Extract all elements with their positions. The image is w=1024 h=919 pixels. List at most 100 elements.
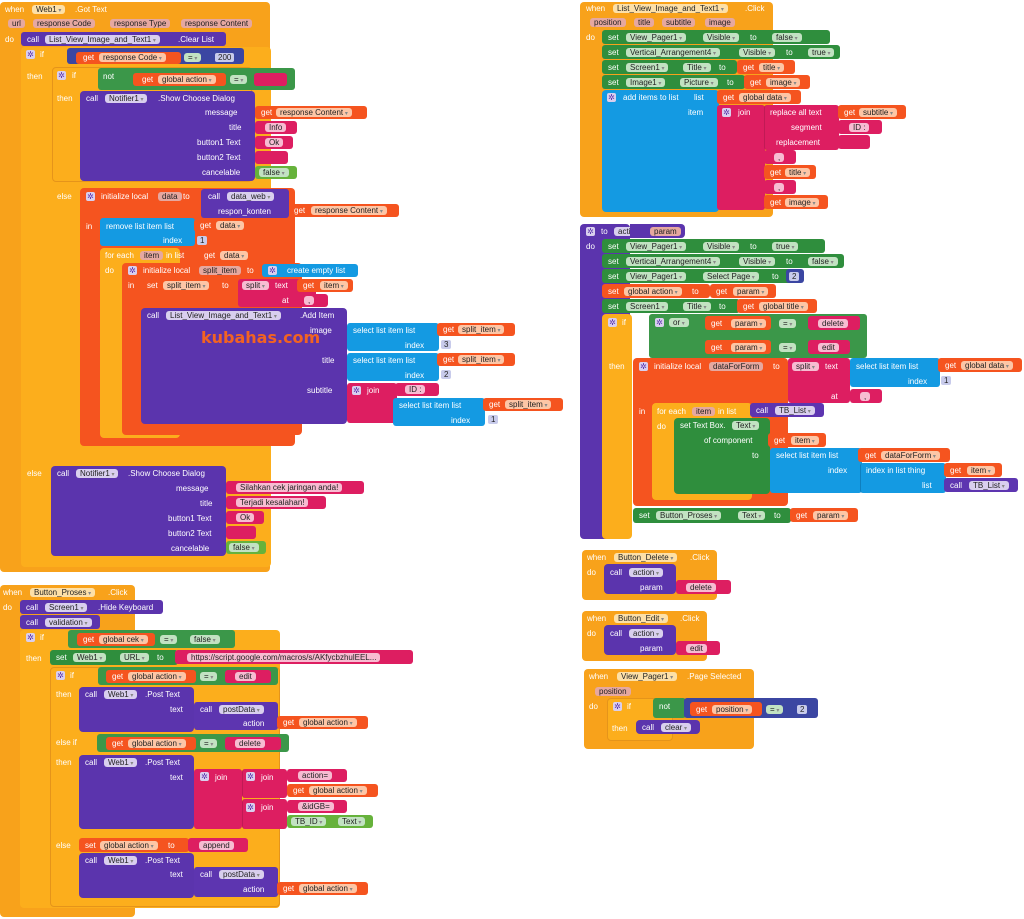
param-subtitle[interactable]: subtitle [662, 18, 696, 27]
param-position[interactable]: position [590, 18, 626, 27]
text-value[interactable]: delete [818, 319, 848, 328]
param-response-content[interactable]: response Content [181, 19, 253, 28]
gear-icon[interactable]: ✲ [607, 93, 616, 102]
var-dropdown[interactable]: global action [100, 841, 158, 850]
text-value[interactable]: append [199, 841, 234, 850]
var-dropdown[interactable]: position [712, 705, 753, 714]
prop-dropdown[interactable]: URL [120, 653, 149, 662]
prop-dropdown[interactable]: Visible [739, 257, 776, 266]
var-dropdown[interactable]: title [785, 168, 811, 177]
text-value[interactable]: edit [235, 672, 256, 681]
prop-dropdown[interactable]: Visible [703, 242, 740, 251]
text-value[interactable]: Info [265, 123, 287, 132]
prop-dropdown[interactable]: Text [732, 421, 760, 430]
empty-text-block[interactable] [255, 151, 288, 164]
join-block[interactable] [717, 105, 765, 210]
component-dropdown[interactable]: Web1 [104, 690, 138, 699]
proc-dropdown[interactable]: data_web [227, 192, 275, 201]
component-dropdown[interactable]: Web1 [104, 856, 138, 865]
bool-dropdown[interactable]: false [259, 168, 289, 177]
set-block[interactable] [602, 60, 737, 74]
bool-dropdown[interactable]: false [190, 635, 220, 644]
component-dropdown[interactable]: Screen1 [626, 302, 669, 311]
operator-dropdown[interactable]: = [230, 75, 248, 84]
operator-dropdown[interactable]: = [200, 672, 218, 681]
split-dropdown[interactable]: split [792, 362, 819, 371]
proc-dropdown[interactable]: clear [661, 723, 692, 732]
operator-dropdown[interactable]: = [200, 739, 218, 748]
var-dropdown[interactable]: data [216, 221, 245, 230]
gear-icon[interactable]: ✲ [200, 772, 209, 781]
show-choose-dialog-2[interactable] [51, 466, 226, 556]
param-name[interactable]: param [650, 227, 681, 236]
text-value[interactable]: , [774, 153, 785, 162]
loop-var[interactable]: item [692, 407, 716, 416]
prop-dropdown[interactable]: Picture [680, 78, 718, 87]
param-position[interactable]: position [595, 687, 631, 696]
param-url[interactable]: url [8, 19, 25, 28]
gear-icon[interactable]: ✲ [352, 386, 361, 395]
gear-icon[interactable]: ✲ [722, 108, 731, 117]
component-dropdown[interactable]: View_Pager1 [626, 272, 687, 281]
var-dropdown[interactable]: global cek [99, 635, 148, 644]
text-value[interactable]: , [304, 296, 315, 305]
number[interactable]: 1 [488, 415, 499, 424]
component-dropdown[interactable]: TB_ID [291, 817, 327, 826]
gear-icon[interactable]: ✲ [246, 772, 255, 781]
local-var-name[interactable]: data [158, 192, 182, 201]
gear-icon[interactable]: ✲ [26, 50, 35, 59]
component-dropdown[interactable]: Vertical_Arrangement4 [626, 48, 721, 57]
list-view-dropdown[interactable]: List_View_Image_and_Text1 [45, 35, 160, 44]
number[interactable]: 3 [441, 340, 452, 349]
component-dropdown[interactable]: Button_Delete [614, 553, 678, 562]
bool-dropdown[interactable]: true [772, 242, 799, 251]
screen-dropdown[interactable]: Screen1 [45, 603, 88, 612]
empty-text-block[interactable] [254, 73, 287, 86]
component-dropdown[interactable]: Button_Proses [30, 588, 96, 597]
prop-dropdown[interactable]: Select Page [703, 272, 759, 281]
param-image[interactable]: image [705, 18, 735, 27]
number[interactable]: 2 [789, 272, 800, 281]
prop-dropdown[interactable]: Visible [703, 33, 740, 42]
var-dropdown[interactable]: split_item [458, 325, 505, 334]
var-dropdown[interactable]: global action [299, 884, 357, 893]
text-value[interactable]: action= [298, 771, 333, 780]
var-dropdown[interactable]: image [785, 198, 820, 207]
var-dropdown[interactable]: item [967, 466, 995, 475]
text-value[interactable]: Ok [265, 138, 284, 147]
text-value[interactable]: ID : [405, 385, 426, 394]
text-value[interactable]: ID : [849, 123, 870, 132]
component-dropdown[interactable]: Web1 [73, 653, 107, 662]
var-dropdown[interactable]: param [731, 319, 767, 328]
operator-dropdown[interactable]: = [766, 705, 784, 714]
prop-dropdown[interactable]: Title [683, 63, 711, 72]
var-dropdown[interactable]: param [813, 511, 849, 520]
gear-icon[interactable]: ✲ [56, 671, 65, 680]
proc-dropdown[interactable]: action [629, 629, 664, 638]
list-view-dropdown[interactable]: List_View_Image_and_Text1 [166, 311, 281, 320]
operator-dropdown[interactable]: = [184, 53, 202, 62]
number[interactable]: 1 [197, 236, 208, 245]
notifier-dropdown[interactable]: Notifier1 [105, 94, 148, 103]
number[interactable]: 2 [797, 705, 808, 714]
var-dropdown[interactable]: global action [299, 718, 357, 727]
gear-icon[interactable]: ✲ [639, 362, 648, 371]
prop-dropdown[interactable]: Title [683, 302, 711, 311]
text-value[interactable]: edit [686, 644, 707, 653]
component-dropdown[interactable]: Web1 [104, 758, 138, 767]
text-value[interactable]: Terjadi kesalahan! [236, 498, 309, 507]
component-dropdown[interactable]: Web1 [32, 5, 66, 14]
proc-dropdown[interactable]: TB_List [969, 481, 1009, 490]
component-dropdown[interactable]: Image1 [626, 78, 666, 87]
proc-dropdown[interactable]: validation [45, 618, 92, 627]
empty-text-block[interactable] [226, 526, 256, 539]
set-block[interactable] [602, 75, 745, 89]
prop-dropdown[interactable]: Visible [739, 48, 776, 57]
operator-dropdown[interactable]: = [160, 635, 178, 644]
or-dropdown[interactable]: or [669, 318, 689, 327]
text-value[interactable]: delete [686, 583, 716, 592]
local-var-name[interactable]: split_item [199, 266, 241, 275]
split-dropdown[interactable]: split [242, 281, 269, 290]
var-dropdown[interactable]: global title [759, 302, 808, 311]
var-dropdown[interactable]: item [320, 281, 348, 290]
